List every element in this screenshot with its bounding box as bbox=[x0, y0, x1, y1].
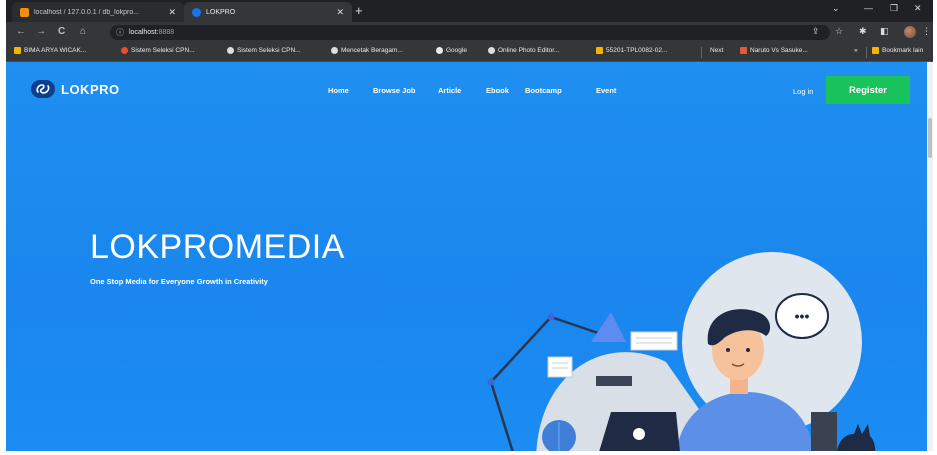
address-port: 8888 bbox=[158, 29, 175, 36]
register-button[interactable]: Register bbox=[826, 76, 910, 104]
home-icon[interactable]: ⌂ bbox=[80, 26, 86, 37]
nav-ebook[interactable]: Ebook bbox=[486, 86, 509, 95]
lamp-joint bbox=[547, 313, 555, 321]
lokpro-page: LOKPRO Home Browse Job Article Ebook Boo… bbox=[6, 62, 933, 451]
new-tab-button[interactable]: + bbox=[355, 3, 363, 18]
bookmark-label: Naruto Vs Sasuke... bbox=[750, 47, 808, 54]
sticky-note bbox=[630, 331, 678, 351]
globe-icon bbox=[331, 47, 338, 54]
share-icon[interactable]: ⇪ bbox=[812, 26, 820, 37]
bookmark-favicon-icon bbox=[121, 47, 128, 54]
note-paper bbox=[547, 356, 573, 378]
bookmark-label: Bookmark lain bbox=[882, 47, 924, 54]
character-eye bbox=[746, 348, 750, 352]
bookmark-separator bbox=[866, 47, 867, 58]
bookmark-label: Sistem Seleksi CPN... bbox=[131, 47, 195, 54]
bookmark-label: Google bbox=[446, 47, 467, 54]
hero-title: LOKPROMEDIA bbox=[90, 228, 345, 266]
bookmark-item[interactable]: Google bbox=[436, 47, 467, 54]
tab-title: LOKPRO bbox=[206, 8, 236, 16]
more-bookmarks-button[interactable]: » bbox=[854, 47, 858, 54]
hero-subtitle: One Stop Media for Everyone Growth in Cr… bbox=[90, 277, 268, 286]
page-scrollbar[interactable] bbox=[927, 62, 933, 451]
google-icon bbox=[436, 47, 443, 54]
forward-arrow-icon[interactable]: → bbox=[36, 26, 46, 37]
lokpro-favicon-icon bbox=[192, 7, 201, 17]
character-eye bbox=[726, 348, 730, 352]
bookmark-label: Mencetak Beragam... bbox=[341, 47, 403, 54]
address-toolbar: ← → C ⌂ ⓘ localhost: 8888 ⇪ ☆ ✱ ◧ ⋮ bbox=[6, 22, 933, 43]
nav-home[interactable]: Home bbox=[328, 86, 349, 95]
scrollbar-thumb[interactable] bbox=[928, 118, 932, 158]
bookmark-label: Next bbox=[710, 47, 724, 54]
nav-event[interactable]: Event bbox=[596, 86, 616, 95]
tab-lokpro[interactable]: LOKPRO ✕ bbox=[184, 2, 352, 22]
bookmark-folder-icon bbox=[872, 47, 879, 54]
tab-phpmyadmin[interactable]: localhost / 127.0.0.1 / db_lokpro... ✕ bbox=[12, 2, 184, 22]
tab-title: localhost / 127.0.0.1 / db_lokpro... bbox=[34, 8, 140, 16]
chevron-down-icon[interactable]: ⌄ bbox=[832, 3, 840, 14]
lamp-shade bbox=[591, 312, 626, 342]
bookmark-label: 55201-TPL0082-02... bbox=[606, 47, 668, 54]
login-link[interactable]: Log in bbox=[793, 87, 813, 96]
back-arrow-icon[interactable]: ← bbox=[16, 26, 26, 37]
other-bookmarks-folder[interactable]: Bookmark lain bbox=[872, 47, 923, 54]
tab-close-icon[interactable]: ✕ bbox=[168, 7, 176, 18]
menu-icon[interactable]: ⋮ bbox=[922, 26, 931, 37]
bookmark-item[interactable]: Mencetak Beragam... bbox=[331, 47, 403, 54]
restore-button[interactable]: ❐ bbox=[890, 3, 898, 14]
hero-illustration: ••• bbox=[487, 252, 876, 451]
minimize-button[interactable]: — bbox=[864, 3, 873, 13]
bookmark-item[interactable]: Naruto Vs Sasuke... bbox=[740, 47, 808, 54]
bookmark-item[interactable]: Sistem Seleksi CPN... bbox=[227, 47, 301, 54]
bookmark-label: BIMA ARYA WICAK... bbox=[24, 47, 87, 54]
info-icon[interactable]: ⓘ bbox=[116, 27, 124, 38]
nav-article[interactable]: Article bbox=[438, 86, 461, 95]
bookmark-folder-icon bbox=[596, 47, 603, 54]
address-input[interactable]: ⓘ localhost: 8888 bbox=[110, 25, 830, 40]
star-icon[interactable]: ☆ bbox=[835, 26, 843, 37]
bookmark-item[interactable]: Online Photo Editor... bbox=[488, 47, 559, 54]
nav-browse-job[interactable]: Browse Job bbox=[373, 86, 416, 95]
bookmark-item[interactable]: Next bbox=[710, 47, 723, 54]
wall-shelf bbox=[596, 376, 632, 386]
address-host: localhost: bbox=[129, 29, 159, 36]
laptop-logo bbox=[633, 428, 645, 440]
profile-avatar[interactable] bbox=[904, 26, 916, 38]
bookmark-favicon-icon bbox=[740, 47, 747, 54]
lamp-arm-upper bbox=[550, 315, 602, 336]
globe-icon bbox=[227, 47, 234, 54]
phpmyadmin-favicon-icon bbox=[20, 7, 29, 17]
bookmark-item[interactable]: 55201-TPL0082-02... bbox=[596, 47, 667, 54]
site-logo[interactable]: LOKPRO bbox=[31, 80, 120, 98]
reload-icon[interactable]: C bbox=[58, 26, 65, 37]
bookmark-label: Sistem Seleksi CPN... bbox=[237, 47, 301, 54]
bookmark-separator bbox=[701, 47, 702, 58]
black-cat bbox=[837, 424, 876, 451]
close-window-button[interactable]: ✕ bbox=[914, 3, 922, 14]
more-bookmarks-label: » bbox=[854, 47, 858, 54]
tab-strip: localhost / 127.0.0.1 / db_lokpro... ✕ L… bbox=[6, 0, 933, 22]
speech-bubble-text: ••• bbox=[795, 308, 810, 324]
bookmark-item[interactable]: Sistem Seleksi CPN... bbox=[121, 47, 195, 54]
nav-bootcamp[interactable]: Bootcamp bbox=[525, 86, 562, 95]
bookmark-item[interactable]: BIMA ARYA WICAK... bbox=[14, 47, 86, 54]
tab-close-icon[interactable]: ✕ bbox=[336, 7, 344, 18]
lamp-joint bbox=[487, 378, 495, 386]
bookmark-label: Online Photo Editor... bbox=[498, 47, 560, 54]
sidebar-icon[interactable]: ◧ bbox=[880, 26, 889, 37]
browser-window: localhost / 127.0.0.1 / db_lokpro... ✕ L… bbox=[6, 0, 933, 451]
extensions-icon[interactable]: ✱ bbox=[859, 26, 867, 37]
globe-icon bbox=[488, 47, 495, 54]
lamp-stand bbox=[489, 381, 514, 451]
lokpro-logo-icon bbox=[31, 80, 55, 98]
bookmark-folder-icon bbox=[14, 47, 21, 54]
brand-name: LOKPRO bbox=[61, 81, 120, 97]
lamp-arm-lower bbox=[490, 316, 552, 383]
bookmarks-bar: BIMA ARYA WICAK... Sistem Seleksi CPN...… bbox=[6, 43, 933, 62]
chair-back bbox=[811, 412, 837, 451]
